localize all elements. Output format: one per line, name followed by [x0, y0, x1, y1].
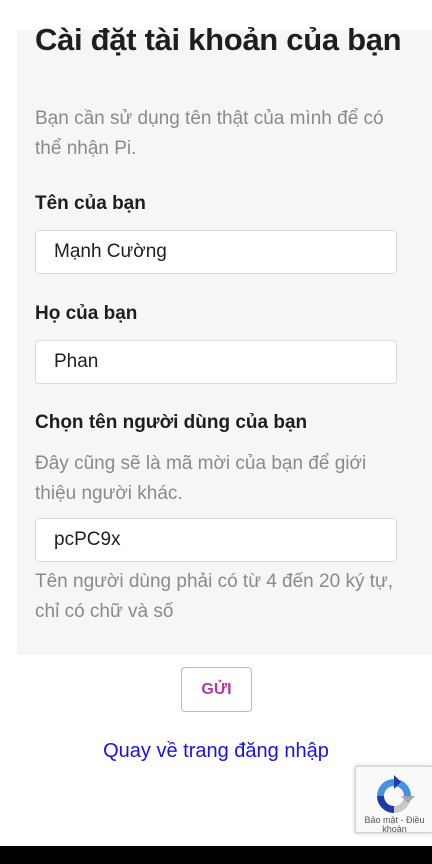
last-name-label: Họ của bạn	[35, 303, 138, 324]
last-name-field[interactable]	[35, 340, 397, 384]
first-name-field[interactable]	[35, 230, 397, 274]
recaptcha-icon	[377, 775, 415, 813]
system-navigation-bar	[0, 846, 432, 864]
username-field[interactable]	[35, 518, 397, 562]
page-title: Cài đặt tài khoản của bạn	[35, 22, 402, 57]
submit-button[interactable]: GỬI	[181, 667, 252, 712]
username-label: Chọn tên người dùng của bạn	[35, 412, 308, 433]
first-name-label: Tên của bạn	[35, 193, 146, 214]
intro-text: Bạn cần sử dụng tên thật của mình để có …	[35, 108, 384, 159]
recaptcha-terms-link[interactable]: Bảo mật - Điều khoản	[358, 816, 431, 834]
username-hint: Tên người dùng phải có từ 4 đến 20 ký tự…	[35, 571, 393, 622]
recaptcha-badge[interactable]: Bảo mật - Điều khoản	[355, 766, 432, 834]
back-to-login-link[interactable]: Quay về trang đăng nhập	[0, 740, 432, 763]
username-description: Đây cũng sẽ là mã mời của bạn để giới th…	[35, 453, 367, 504]
